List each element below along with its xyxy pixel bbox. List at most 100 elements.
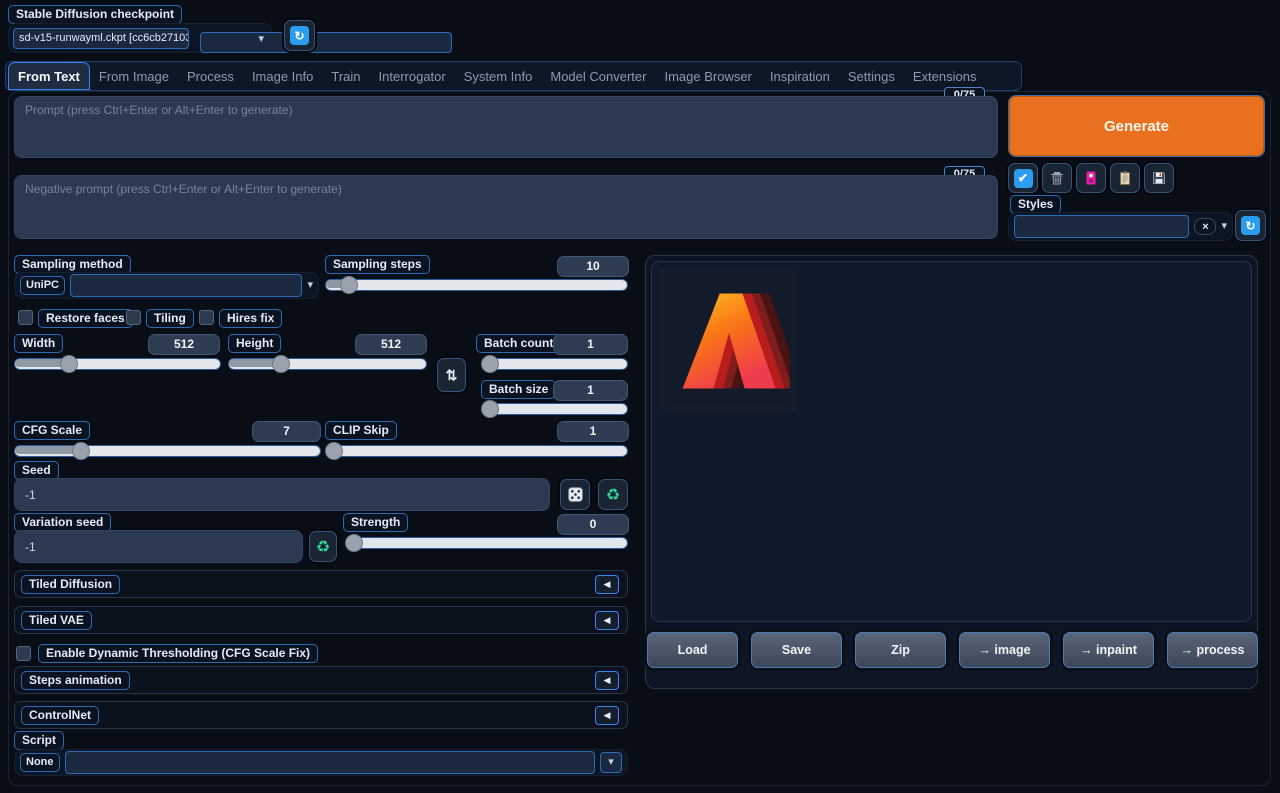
slider-handle[interactable] xyxy=(325,442,343,460)
output-thumbnail[interactable] xyxy=(657,268,798,413)
tab-settings[interactable]: Settings xyxy=(839,62,904,90)
seed-input[interactable] xyxy=(14,478,550,511)
clip-skip-slider[interactable] xyxy=(325,444,628,456)
random-seed-button[interactable] xyxy=(560,479,590,510)
sampling-steps-slider[interactable] xyxy=(325,278,628,290)
accordion-label: ControlNet xyxy=(21,706,99,725)
hires-fix-label: Hires fix xyxy=(219,309,282,328)
paste-params-button[interactable]: ✔ xyxy=(1008,163,1038,193)
chevron-down-icon[interactable]: ▾ xyxy=(258,34,264,45)
sampling-method-caret-icon[interactable]: ▾ xyxy=(307,280,313,291)
tab-from-text[interactable]: From Text xyxy=(8,62,90,90)
dynamic-thresholding-label: Enable Dynamic Thresholding (CFG Scale F… xyxy=(38,644,318,663)
cfg-scale-slider[interactable] xyxy=(14,444,321,456)
save-button[interactable]: Save xyxy=(751,632,842,668)
zip-button[interactable]: Zip xyxy=(855,632,946,668)
script-caret-box[interactable]: ▾ xyxy=(600,752,622,773)
height-value[interactable]: 512 xyxy=(355,334,427,355)
sampling-method-dropdown[interactable]: UniPC ▾ xyxy=(14,272,319,299)
slider-handle[interactable] xyxy=(60,355,78,373)
hires-fix-checkbox[interactable] xyxy=(199,310,214,325)
tab-image-browser[interactable]: Image Browser xyxy=(655,62,760,90)
sampling-steps-label: Sampling steps xyxy=(325,255,430,274)
tab-inspiration[interactable]: Inspiration xyxy=(761,62,839,90)
collapse-icon[interactable]: ◀ xyxy=(595,706,619,725)
styles-caret-icon[interactable]: ▾ xyxy=(1221,221,1227,232)
cfg-scale-value[interactable]: 7 xyxy=(252,421,321,442)
accordion-label: Tiled VAE xyxy=(21,611,92,630)
accordion-controlnet[interactable]: ControlNet ◀ xyxy=(14,701,628,729)
slider-handle[interactable] xyxy=(272,355,290,373)
recycle-icon: ♻ xyxy=(316,537,330,557)
tab-extensions[interactable]: Extensions xyxy=(904,62,986,90)
load-button[interactable]: Load xyxy=(647,632,738,668)
accordion-tiled-diffusion[interactable]: Tiled Diffusion ◀ xyxy=(14,570,628,598)
collapse-icon[interactable]: ◀ xyxy=(595,671,619,690)
script-field[interactable] xyxy=(65,751,596,774)
styles-dropdown[interactable]: × ▾ xyxy=(1008,212,1233,241)
strength-value[interactable]: 0 xyxy=(557,514,629,535)
variation-seed-input[interactable] xyxy=(14,530,303,563)
apply-style-button[interactable] xyxy=(1110,163,1140,193)
width-value[interactable]: 512 xyxy=(148,334,220,355)
collapse-icon[interactable]: ◀ xyxy=(595,575,619,594)
checkpoint-label: Stable Diffusion checkpoint xyxy=(8,5,182,24)
width-slider[interactable] xyxy=(14,357,221,369)
clear-prompt-button[interactable] xyxy=(1042,163,1072,193)
styles-refresh-button[interactable]: ↻ xyxy=(1235,210,1266,241)
tiling-label: Tiling xyxy=(146,309,194,328)
slider-handle[interactable] xyxy=(345,534,363,552)
refresh-icon: ↻ xyxy=(1241,216,1260,235)
save-style-button[interactable] xyxy=(1144,163,1174,193)
strength-slider[interactable] xyxy=(345,536,628,548)
send-to-process-button[interactable]: → process xyxy=(1167,632,1258,668)
script-dropdown[interactable]: None ▾ xyxy=(14,749,628,776)
styles-clear-icon[interactable]: × xyxy=(1194,218,1216,235)
tiling-checkbox[interactable] xyxy=(126,310,141,325)
strength-label: Strength xyxy=(343,513,408,532)
tab-interrogator[interactable]: Interrogator xyxy=(370,62,455,90)
checkpoint-value[interactable]: sd-v15-runwayml.ckpt [cc6cb27103] xyxy=(13,28,189,49)
tab-image-info[interactable]: Image Info xyxy=(243,62,322,90)
tab-process[interactable]: Process xyxy=(178,62,243,90)
checkpoint-dropdown[interactable]: sd-v15-runwayml.ckpt [cc6cb27103] ▾ xyxy=(8,23,272,53)
restore-faces-label: Restore faces xyxy=(38,309,133,328)
negative-prompt-input[interactable] xyxy=(14,175,998,239)
tab-from-image[interactable]: From Image xyxy=(90,62,178,90)
batch-count-value[interactable]: 1 xyxy=(553,334,628,355)
floppy-disk-icon xyxy=(1151,170,1167,186)
height-slider[interactable] xyxy=(228,357,427,369)
checkpoint-secondary-field[interactable] xyxy=(200,32,452,53)
extra-networks-button[interactable] xyxy=(1076,163,1106,193)
swap-dimensions-button[interactable]: ⇅ xyxy=(437,358,466,392)
dynamic-thresholding-checkbox[interactable] xyxy=(16,646,31,661)
accordion-label: Steps animation xyxy=(21,671,130,690)
accordion-tiled-vae[interactable]: Tiled VAE ◀ xyxy=(14,606,628,634)
collapse-icon[interactable]: ◀ xyxy=(595,611,619,630)
clip-skip-label: CLIP Skip xyxy=(325,421,397,440)
slider-handle[interactable] xyxy=(481,355,499,373)
accordion-steps-animation[interactable]: Steps animation ◀ xyxy=(14,666,628,694)
tab-model-converter[interactable]: Model Converter xyxy=(541,62,655,90)
reuse-seed-button[interactable]: ♻ xyxy=(598,479,628,510)
tab-train[interactable]: Train xyxy=(322,62,369,90)
cfg-scale-label: CFG Scale xyxy=(14,421,90,440)
clip-skip-value[interactable]: 1 xyxy=(557,421,629,442)
width-label: Width xyxy=(14,334,63,353)
send-to-inpaint-button[interactable]: → inpaint xyxy=(1063,632,1154,668)
sampling-steps-value[interactable]: 10 xyxy=(557,256,629,277)
clipboard-icon xyxy=(1117,170,1133,186)
slider-handle[interactable] xyxy=(481,400,499,418)
reuse-variation-seed-button[interactable]: ♻ xyxy=(309,531,337,562)
checkpoint-refresh-button[interactable]: ↻ xyxy=(284,20,315,51)
batch-size-slider[interactable] xyxy=(481,402,628,414)
sampling-method-field[interactable] xyxy=(70,274,302,297)
batch-size-value[interactable]: 1 xyxy=(553,380,628,401)
restore-faces-checkbox[interactable] xyxy=(18,310,33,325)
batch-count-slider[interactable] xyxy=(481,357,628,369)
tab-system-info[interactable]: System Info xyxy=(455,62,542,90)
prompt-input[interactable] xyxy=(14,96,998,158)
send-to-image-button[interactable]: → image xyxy=(959,632,1050,668)
generate-button[interactable]: Generate xyxy=(1008,95,1265,157)
styles-value-field[interactable] xyxy=(1014,215,1189,238)
